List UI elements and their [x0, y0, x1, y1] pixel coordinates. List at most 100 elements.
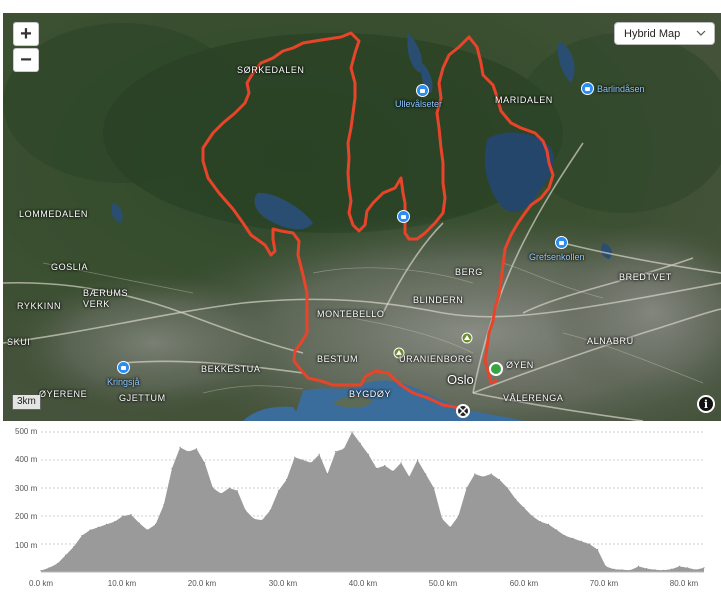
elevation-point [441, 518, 443, 520]
elevation-point [146, 529, 148, 531]
elevation-point [433, 487, 435, 489]
x-tick-label: 30.0 km [268, 579, 298, 588]
place-label-valerenga: VÅLERENGA [503, 393, 564, 403]
camera-icon [581, 82, 594, 95]
elevation-point [130, 514, 132, 516]
x-tick-label: 80.0 km [669, 579, 699, 588]
place-label-sorkedalen: SØRKEDALEN [237, 65, 305, 75]
elevation-point [613, 568, 615, 570]
place-label-goslia: GOSLIA [51, 262, 89, 272]
y-tick-label: 500 m [15, 427, 38, 436]
camera-icon [555, 236, 568, 249]
elevation-point [621, 569, 623, 571]
poi-barlindasen[interactable]: Barlindåsen [581, 82, 645, 95]
route-start-marker[interactable] [489, 362, 503, 376]
elevation-point [335, 451, 337, 453]
elevation-point [408, 476, 410, 478]
elevation-point [466, 487, 468, 489]
x-tick-label: 0.0 km [28, 579, 54, 588]
elevation-point [572, 537, 574, 539]
elevation-point [703, 567, 705, 569]
zoom-out-button[interactable]: − [13, 48, 39, 72]
x-tick-label: 10.0 km [107, 579, 137, 588]
place-label-alnabru: ALNABRU [587, 336, 634, 346]
elevation-point [556, 529, 558, 531]
place-label-berg: BERG [455, 267, 483, 277]
x-tick-label: 70.0 km [589, 579, 619, 588]
elevation-profile[interactable]: 500 m 400 m 300 m 200 m 100 m 0.0 km 10.… [0, 421, 721, 600]
elevation-point [245, 509, 247, 511]
y-tick-label: 200 m [15, 512, 38, 521]
elevation-point [220, 493, 222, 495]
elevation-point [629, 569, 631, 571]
elevation-point [40, 570, 42, 572]
elevation-point [269, 509, 271, 511]
elevation-point [449, 526, 451, 528]
elevation-point [326, 473, 329, 475]
elevation-point [56, 563, 59, 565]
elevation-point [662, 569, 664, 571]
elevation-point [253, 518, 255, 520]
elevation-point [531, 515, 533, 517]
place-label-bygdoy: BYGDØY [349, 389, 392, 399]
x-tick-label: 60.0 km [509, 579, 539, 588]
place-label-uranienborg: URANIENBORG [399, 354, 473, 364]
poi-label-ullevalseter: Ullevålseter [395, 99, 443, 109]
elevation-point [490, 473, 492, 475]
elevation-point [138, 522, 140, 524]
elevation-point [384, 465, 386, 467]
camera-icon [416, 84, 429, 97]
route-finish-marker[interactable] [456, 404, 470, 418]
elevation-point [343, 448, 345, 450]
elevation-point [359, 442, 361, 444]
elevation-point [523, 507, 525, 509]
place-label-bekkestua: BEKKESTUA [201, 364, 261, 374]
elevation-point [73, 546, 75, 548]
poi-ullevalseter[interactable] [416, 84, 429, 97]
elevation-point [187, 451, 189, 453]
poi-label-grefsenkollen: Grefsenkollen [529, 252, 585, 262]
elevation-point [302, 459, 304, 461]
place-label-bredtvet: BREDTVET [619, 272, 672, 282]
map-view[interactable]: + − Hybrid Map SØRKEDALEN MARIDALEN LOMM… [3, 13, 721, 421]
y-tick-label: 300 m [15, 484, 38, 493]
elevation-point [482, 476, 484, 478]
peak-marker-2[interactable] [461, 332, 473, 344]
map-scale-bar: 3km [12, 395, 41, 410]
elevation-point [171, 467, 173, 469]
poi-grefsenkollen[interactable] [555, 236, 568, 249]
elevation-point [580, 540, 582, 542]
elevation-point [539, 521, 541, 523]
elevation-point [261, 519, 263, 521]
elevation-point [286, 479, 288, 481]
y-tick-label: 100 m [15, 541, 38, 550]
x-tick-label: 50.0 km [428, 579, 458, 588]
place-label-gjettum: GJETTUM [119, 393, 166, 403]
zoom-in-button[interactable]: + [13, 22, 39, 46]
poi-kringsja[interactable] [117, 361, 130, 374]
map-type-select[interactable]: Hybrid Map [614, 22, 715, 45]
elevation-point [416, 459, 419, 461]
poi-camera-unnamed-1[interactable] [397, 210, 410, 223]
elevation-point [310, 462, 312, 464]
elevation-point [687, 567, 689, 569]
elevation-point [367, 453, 369, 455]
info-icon[interactable]: i [697, 395, 715, 413]
elevation-point [228, 487, 230, 489]
elevation-point [81, 535, 83, 537]
elevation-point [646, 568, 648, 570]
place-label-oyeren: ØYERENE [39, 389, 88, 399]
elevation-chart [40, 431, 705, 573]
y-tick-label: 400 m [15, 455, 38, 464]
elevation-point [425, 473, 427, 475]
elevation-point [507, 487, 509, 489]
place-label-baerums-verk: BÆRUMS VERK [83, 288, 129, 309]
elevation-point [195, 448, 198, 450]
elevation-point [97, 526, 99, 528]
elevation-point [457, 515, 459, 517]
place-label-rykkinn: RYKKINN [17, 301, 62, 311]
elevation-point [155, 523, 157, 525]
elevation-point [605, 565, 607, 567]
elevation-point [179, 446, 181, 448]
elevation-point [637, 565, 640, 567]
